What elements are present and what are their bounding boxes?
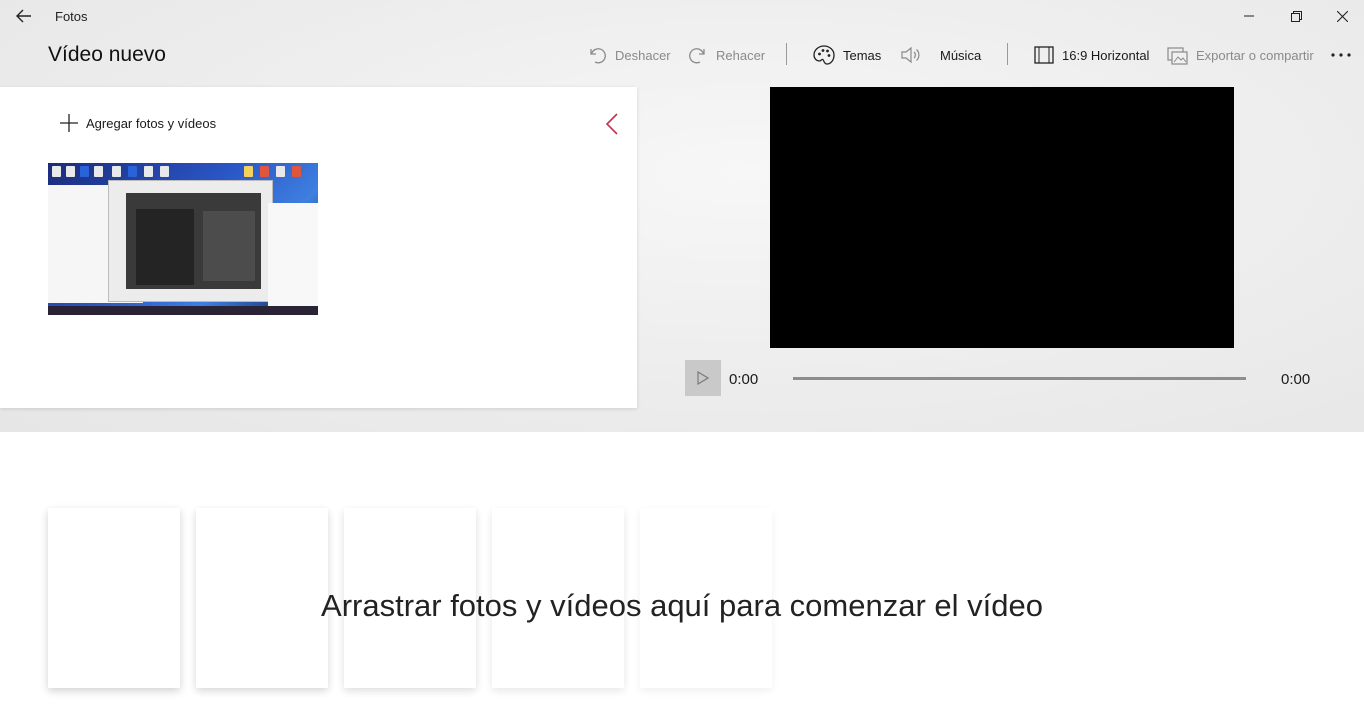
- close-button[interactable]: [1319, 0, 1364, 32]
- desktop-icon: [52, 166, 61, 177]
- page-title: Vídeo nuevo: [48, 43, 166, 66]
- media-thumbnail[interactable]: [48, 163, 318, 315]
- collapse-library-button[interactable]: [600, 111, 624, 137]
- aspect-ratio-button[interactable]: 16:9 Horizontal: [1034, 43, 1149, 67]
- desktop-icon: [80, 166, 89, 177]
- video-preview[interactable]: [770, 87, 1234, 348]
- chevron-left-icon: [606, 113, 618, 135]
- themes-label: Temas: [843, 47, 882, 63]
- minimize-button[interactable]: [1226, 0, 1272, 32]
- toolbar-divider: [786, 43, 787, 65]
- redo-label: Rehacer: [716, 47, 766, 63]
- desktop-icon: [260, 166, 269, 177]
- current-time: 0:00: [729, 371, 759, 388]
- add-photos-videos-button[interactable]: Agregar fotos y vídeos: [60, 114, 216, 132]
- screenshot-panel: [203, 211, 255, 281]
- add-photos-videos-label: Agregar fotos y vídeos: [86, 115, 217, 131]
- palette-icon: [813, 45, 835, 65]
- themes-button[interactable]: Temas: [813, 43, 881, 67]
- aspect-ratio-label: 16:9 Horizontal: [1062, 47, 1150, 63]
- desktop-icon: [144, 166, 153, 177]
- undo-button[interactable]: Deshacer: [587, 43, 671, 67]
- arrow-left-icon: [16, 9, 31, 23]
- desktop-icon: [292, 166, 301, 177]
- desktop-icon: [66, 166, 75, 177]
- music-button[interactable]: Música: [900, 43, 981, 67]
- plus-icon: [60, 114, 78, 132]
- redo-button[interactable]: Rehacer: [688, 43, 765, 67]
- storyboard-area[interactable]: Arrastrar fotos y vídeos aquí para comen…: [0, 432, 1364, 711]
- desktop-icon: [94, 166, 103, 177]
- desktop-icon: [276, 166, 285, 177]
- undo-icon: [590, 48, 606, 64]
- speaker-icon: [901, 46, 920, 64]
- export-image-icon: [1167, 47, 1188, 65]
- screenshot-taskbar: [48, 306, 318, 315]
- undo-label: Deshacer: [615, 47, 671, 63]
- toolbar-divider: [1007, 43, 1008, 65]
- screenshot-window: [268, 203, 318, 307]
- desktop-icon: [128, 166, 137, 177]
- restore-icon: [1290, 10, 1302, 22]
- play-button[interactable]: [685, 360, 721, 396]
- more-options-button[interactable]: [1326, 43, 1356, 67]
- minimize-icon: [1244, 15, 1254, 17]
- title-bar: Fotos: [0, 0, 1364, 32]
- desktop-icon: [112, 166, 121, 177]
- more-dots-icon: [1331, 53, 1351, 57]
- close-icon: [1336, 10, 1348, 22]
- export-label: Exportar o compartir: [1196, 47, 1314, 63]
- storyboard-drop-message: Arrastrar fotos y vídeos aquí para comen…: [321, 588, 1043, 623]
- screenshot-canvas: [136, 209, 194, 285]
- music-label: Música: [940, 47, 982, 63]
- desktop-icon: [244, 166, 253, 177]
- aspect-ratio-icon: [1034, 46, 1054, 64]
- desktop-icon: [160, 166, 169, 177]
- play-icon: [697, 371, 709, 385]
- redo-icon: [689, 48, 705, 64]
- export-button[interactable]: Exportar o compartir: [1167, 43, 1314, 67]
- total-time: 0:00: [1281, 371, 1311, 388]
- project-library-panel: Agregar fotos y vídeos: [0, 87, 637, 408]
- restore-button[interactable]: [1273, 0, 1319, 32]
- playback-scrubber[interactable]: [793, 377, 1246, 380]
- back-button[interactable]: [10, 4, 38, 28]
- app-name: Fotos: [55, 9, 88, 24]
